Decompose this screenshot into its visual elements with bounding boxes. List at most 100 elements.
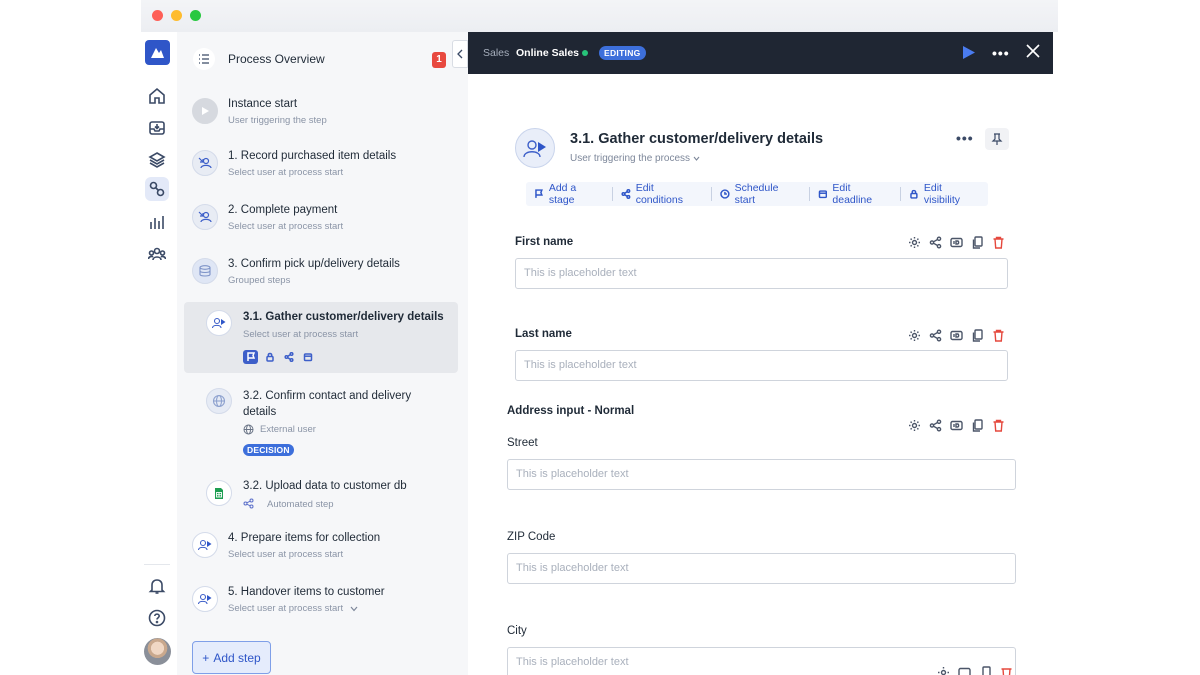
copy-icon[interactable] (979, 666, 992, 675)
notification-count-badge: 1 (432, 52, 446, 68)
field-tools (908, 329, 1005, 342)
street-label: Street (507, 437, 538, 449)
home-icon (149, 87, 165, 104)
edit-deadline-button[interactable]: Edit deadline (810, 182, 902, 206)
id-field-icon[interactable] (950, 329, 963, 342)
step-title: Instance start (228, 98, 298, 110)
process-icon (149, 181, 165, 197)
step-prepare-items[interactable]: 4. Prepare items for collection Select u… (177, 528, 468, 568)
team-icon (148, 247, 166, 261)
calendar-action-button[interactable] (300, 350, 315, 364)
trash-icon[interactable] (992, 419, 1005, 432)
schedule-start-button[interactable]: Schedule start (712, 182, 810, 206)
last-name-input[interactable]: This is placeholder text (515, 350, 1008, 381)
trash-icon[interactable] (992, 329, 1005, 342)
collapse-sidebar-button[interactable] (452, 40, 468, 68)
chevron-left-icon (457, 49, 463, 59)
step-title: 2. Complete payment (228, 204, 338, 216)
edit-conditions-button[interactable]: Edit conditions (613, 182, 712, 206)
help-icon (148, 609, 166, 627)
step-upload-data[interactable]: 3.2. Upload data to customer db Automate… (177, 476, 468, 516)
settings-gear-icon[interactable] (937, 666, 950, 675)
lock-action-button[interactable] (262, 350, 277, 364)
nav-team-button[interactable] (145, 242, 169, 266)
copy-icon[interactable] (971, 419, 984, 432)
sidebar-title: Process Overview (228, 52, 325, 66)
step-record-purchased-item[interactable]: 1. Record purchased item details Select … (177, 146, 468, 186)
run-play-icon[interactable] (962, 45, 976, 60)
help-button[interactable] (145, 606, 169, 630)
breadcrumb-online-sales[interactable]: Online Sales (516, 47, 579, 59)
settings-gear-icon[interactable] (908, 236, 921, 249)
flag-action-button[interactable] (243, 350, 258, 364)
play-circle-icon (192, 98, 218, 124)
step-handover-items[interactable]: 5. Handover items to customer Select use… (177, 582, 468, 622)
close-icon[interactable] (1026, 44, 1040, 58)
copy-icon[interactable] (971, 329, 984, 342)
step-confirm-contact-delivery[interactable]: 3.2. Confirm contact and delivery detail… (177, 386, 468, 458)
id-field-icon[interactable] (950, 419, 963, 432)
flag-icon (246, 352, 255, 361)
logic-share-icon[interactable] (929, 419, 942, 432)
nav-layers-button[interactable] (145, 148, 169, 172)
pin-step-button[interactable] (985, 128, 1009, 150)
id-field-icon[interactable] (950, 236, 963, 249)
window-close-button[interactable] (152, 10, 163, 21)
user-avatar[interactable] (144, 638, 171, 665)
step-more-options-icon[interactable]: ••• (956, 130, 974, 146)
step-assignee-dropdown[interactable]: User triggering the process (570, 153, 700, 164)
trash-icon[interactable] (1000, 666, 1013, 675)
trash-icon[interactable] (992, 236, 1005, 249)
window-zoom-button[interactable] (190, 10, 201, 21)
step-gather-customer-details[interactable]: 3.1. Gather customer/delivery details Se… (184, 302, 458, 373)
sidebar-header: Process Overview 1 (177, 32, 468, 86)
rail-divider (144, 564, 170, 565)
nav-inbox-button[interactable] (145, 116, 169, 140)
plus-icon: + (202, 650, 210, 665)
settings-gear-icon[interactable] (908, 329, 921, 342)
nav-processes-button[interactable] (145, 177, 169, 201)
first-name-input[interactable]: This is placeholder text (515, 258, 1008, 289)
step-confirm-pickup-delivery[interactable]: 3. Confirm pick up/delivery details Grou… (177, 254, 468, 294)
logo-icon (151, 48, 164, 58)
nav-reports-button[interactable] (145, 210, 169, 234)
step-title: 3.1. Gather customer/delivery details (570, 131, 824, 147)
notifications-button[interactable] (145, 574, 169, 598)
calendar-icon (303, 353, 312, 362)
settings-gear-icon[interactable] (908, 419, 921, 432)
flag-icon (535, 189, 543, 198)
step-subtitle: User triggering the step (228, 115, 327, 126)
step-subtitle: Select user at process start (228, 167, 344, 178)
step-complete-payment[interactable]: 2. Complete payment Select user at proce… (177, 200, 468, 240)
step-subtitle: Select user at process start (228, 221, 344, 232)
add-step-label: Add step (213, 650, 261, 665)
nav-home-button[interactable] (145, 84, 169, 108)
step-assignee-label: User triggering the process (570, 153, 691, 164)
live-status-dot (582, 50, 588, 56)
breadcrumb-sales[interactable]: Sales (483, 47, 509, 59)
share-action-button[interactable] (281, 350, 296, 364)
zip-code-input[interactable]: This is placeholder text (507, 553, 1016, 584)
street-input[interactable]: This is placeholder text (507, 459, 1016, 490)
zip-code-label: ZIP Code (507, 531, 556, 543)
edit-visibility-button[interactable]: Edit visibility (901, 182, 988, 206)
id-field-icon[interactable] (958, 666, 971, 675)
globe-icon (243, 424, 254, 435)
add-step-button[interactable]: + Add step (192, 641, 271, 674)
window-minimize-button[interactable] (171, 10, 182, 21)
logic-share-icon[interactable] (929, 329, 942, 342)
more-options-icon[interactable]: ••• (992, 45, 1010, 61)
add-stage-button[interactable]: Add a stage (526, 182, 613, 206)
globe-user-icon (206, 388, 232, 414)
copy-icon[interactable] (971, 236, 984, 249)
layers-icon (148, 152, 166, 168)
step-subtitle: Automated step (267, 499, 334, 510)
app-window: Process Overview 1 Instance start User t… (141, 0, 1058, 675)
edit-conditions-label: Edit conditions (635, 182, 683, 206)
step-instance-start[interactable]: Instance start User triggering the step (177, 94, 468, 134)
chevron-down-icon[interactable] (350, 606, 358, 612)
app-logo[interactable] (145, 40, 170, 65)
last-name-label: Last name (515, 328, 572, 340)
step-subtitle: External user (260, 424, 316, 435)
logic-share-icon[interactable] (929, 236, 942, 249)
